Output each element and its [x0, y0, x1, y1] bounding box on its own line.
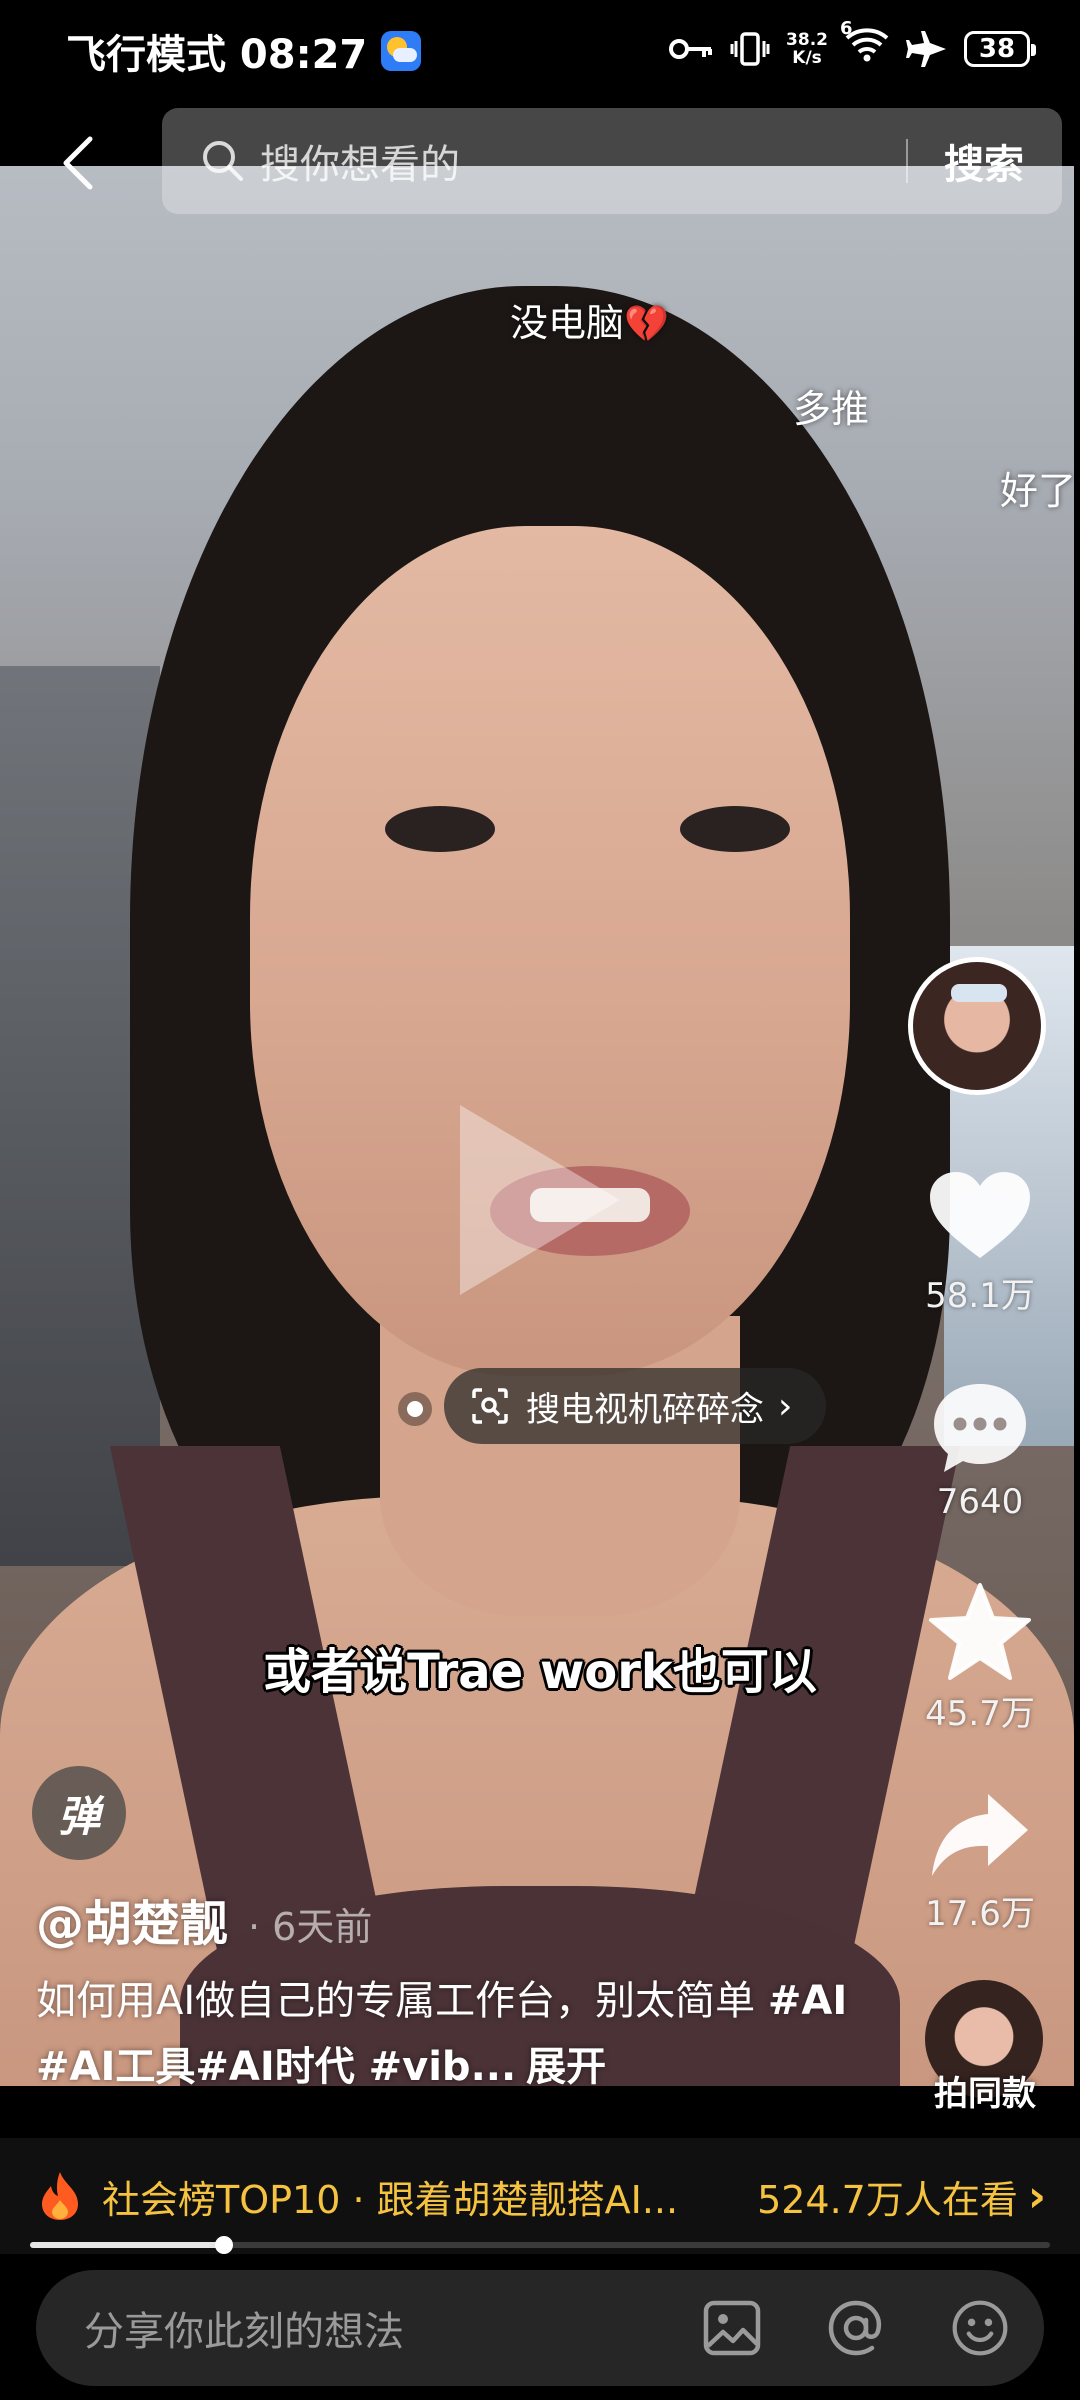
- net-speed-unit: K/s: [792, 47, 822, 68]
- search-bar[interactable]: 搜你想看的 搜索: [162, 108, 1062, 214]
- signal-label: 6: [840, 18, 853, 39]
- danmaku-comment: 多推: [793, 387, 870, 431]
- at-icon: [828, 2300, 882, 2356]
- status-bar: 飞行模式 08:27 38.2 K/s 6 38: [0, 0, 1080, 100]
- vibrate-icon: [730, 31, 770, 66]
- chevron-right-icon: ›: [778, 1385, 793, 1427]
- progress-knob[interactable]: [214, 2236, 233, 2254]
- weather-icon: [381, 31, 422, 71]
- danmaku-comment: 没电脑💔: [510, 292, 669, 347]
- mention-button[interactable]: [826, 2298, 886, 2358]
- share-arrow-icon: [932, 1794, 1028, 1876]
- share-button[interactable]: 17.6万: [900, 1790, 1060, 1935]
- key-icon: [669, 38, 713, 59]
- search-tag-label: 搜电视机碎碎念: [526, 1389, 764, 1430]
- status-left: 飞行模式 08:27: [66, 22, 422, 80]
- wifi-group: 6: [840, 18, 890, 71]
- like-button[interactable]: 58.1万: [900, 1170, 1060, 1317]
- person-eye-left: [385, 806, 495, 852]
- expand-caption-button[interactable]: 展开: [526, 2044, 606, 2086]
- comment-count: 7640: [936, 1482, 1024, 1522]
- emoji-button[interactable]: [950, 2298, 1010, 2358]
- tag-anchor-dot: [398, 1392, 432, 1426]
- danmaku-comment: 好了: [1000, 469, 1077, 513]
- status-mode-time: 飞行模式 08:27: [66, 32, 368, 78]
- heart-icon: [930, 1172, 1030, 1258]
- net-speed: 38.2 K/s: [786, 31, 828, 67]
- person-eye-right: [680, 806, 790, 852]
- viewer-count: 524.7万人在看: [757, 2177, 1018, 2222]
- fire-icon: [42, 2172, 78, 2220]
- author-avatar[interactable]: [908, 957, 1046, 1095]
- remix-button-label[interactable]: 拍同款: [900, 2066, 1070, 2115]
- comment-icon: [934, 1384, 1026, 1472]
- progress-fill: [30, 2242, 224, 2248]
- search-tag-chip[interactable]: 搜电视机碎碎念 ›: [444, 1368, 826, 1444]
- broken-heart-icon: 💔: [624, 304, 669, 345]
- airplane-icon: [906, 30, 946, 67]
- chevron-right-icon: ›: [1027, 2170, 1046, 2222]
- author-line: @胡楚靓 · 6天前: [36, 1884, 372, 1954]
- back-button[interactable]: [48, 128, 108, 198]
- search-input[interactable]: 搜你想看的: [260, 132, 906, 190]
- back-arrow-icon: [63, 136, 93, 190]
- play-icon[interactable]: [460, 1105, 620, 1295]
- comment-button[interactable]: 7640: [900, 1380, 1060, 1522]
- video-caption[interactable]: 如何用AI做自己的专属工作台，别太简单 #AI #AI工具#AI时代 #vib.…: [36, 1968, 856, 2086]
- trending-banner[interactable]: 社会榜TOP10 · 跟着胡楚靓搭AI... 524.7万人在看 ›: [0, 2138, 1080, 2254]
- search-divider: [906, 139, 908, 183]
- video-progress-bar[interactable]: [30, 2236, 1050, 2254]
- post-time: · 6天前: [248, 1905, 373, 1949]
- share-count: 17.6万: [925, 1894, 1035, 1934]
- author-name[interactable]: @胡楚靓: [36, 1884, 228, 1954]
- emoji-icon: [952, 2300, 1008, 2356]
- scan-search-icon: [472, 1388, 508, 1424]
- video-subtitle: 或者说Trae work也可以: [263, 1644, 817, 1700]
- image-picker-button[interactable]: [702, 2298, 762, 2358]
- net-speed-value: 38.2: [786, 29, 828, 50]
- battery-indicator: 38: [964, 30, 1036, 67]
- image-icon: [703, 2300, 761, 2356]
- search-icon: [203, 141, 243, 181]
- caption-text: 如何用AI做自己的专属工作台，别太简单: [36, 1978, 768, 2024]
- danmaku-toggle-button[interactable]: 弹: [32, 1766, 126, 1860]
- danmaku-text: 没电脑: [510, 301, 625, 345]
- like-count: 58.1万: [925, 1276, 1035, 1316]
- search-button[interactable]: 搜索: [944, 132, 1024, 190]
- comment-input-bar[interactable]: 分享你此刻的想法: [36, 2270, 1044, 2386]
- trending-title: 社会榜TOP10 · 跟着胡楚靓搭AI...: [102, 2177, 679, 2222]
- status-right: 38.2 K/s 6 38: [668, 18, 1036, 71]
- comment-input[interactable]: 分享你此刻的想法: [84, 2299, 702, 2357]
